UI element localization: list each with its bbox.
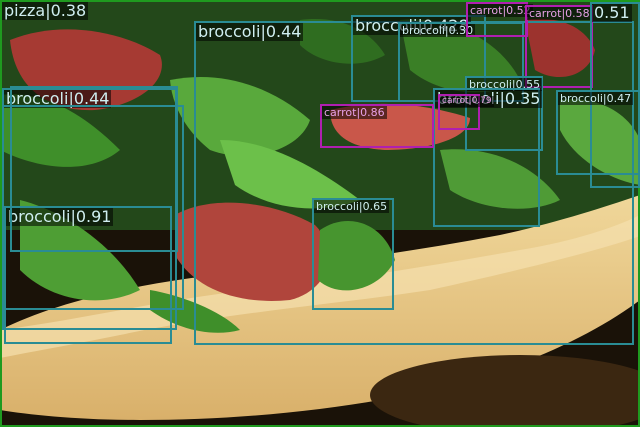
detection-label: carrot|0.52 [468, 4, 533, 17]
detection-box-broccoli [2, 105, 184, 310]
detection-label: pizza|0.38 [2, 1, 89, 20]
detection-label: broccoli|0.47 [558, 92, 634, 105]
detection-label: 0.51 [592, 3, 632, 22]
detection-label: broccoli|0.44 [196, 22, 304, 41]
detection-box-carrot: carrot|0.79 [438, 94, 494, 130]
detection-label: carrot|0.58 [527, 7, 592, 20]
detection-label: carrot|0.79 [440, 96, 494, 107]
detection-label: broccoli|0.65 [314, 200, 390, 213]
detection-box-broccoli: broccoli|0.65 [312, 198, 394, 310]
detection-label: broccoli|0.30 [400, 24, 476, 37]
detection-scene: pizza|0.38broccoli|0.44broccoli|0.428bro… [0, 0, 640, 427]
detection-box-carrot: carrot|0.86 [320, 104, 434, 148]
detection-label: carrot|0.86 [322, 106, 387, 119]
detection-box-carrot: carrot|0.52 [466, 2, 533, 37]
detection-box-broccoli: broccoli|0.47 [556, 90, 640, 175]
